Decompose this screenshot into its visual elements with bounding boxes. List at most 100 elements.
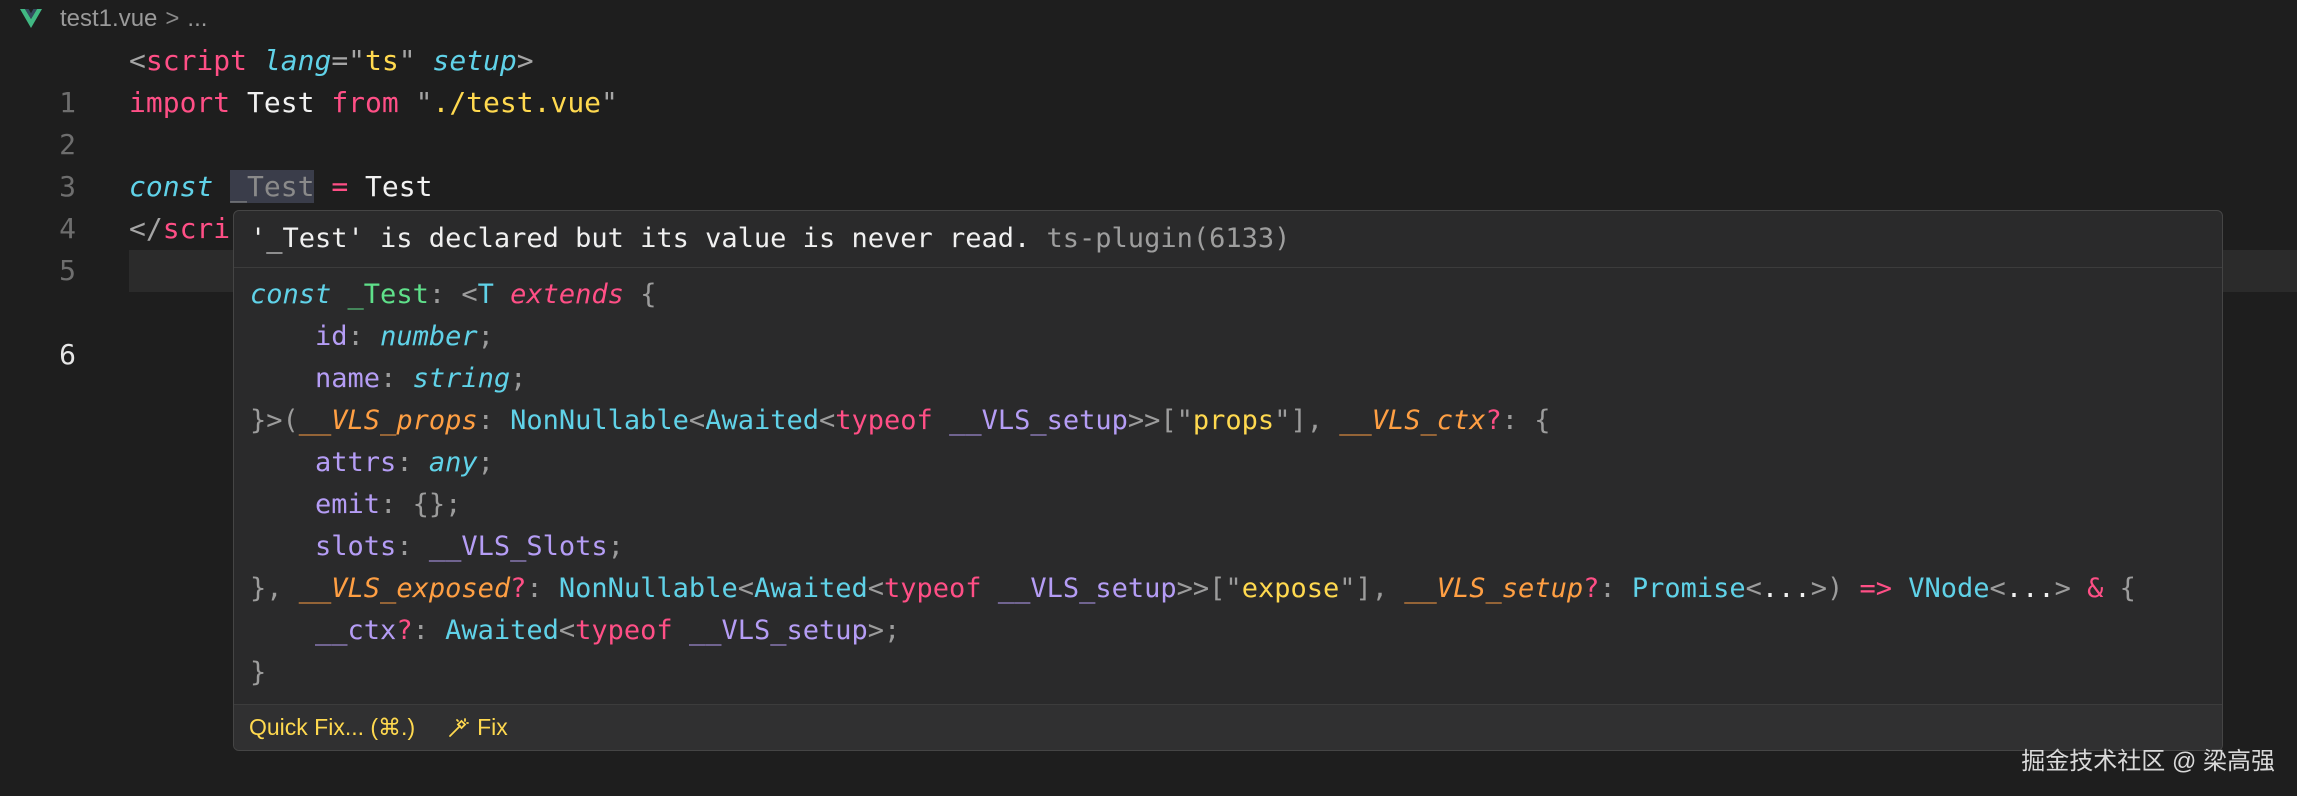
vue-logo-icon bbox=[20, 9, 42, 29]
token: ... bbox=[1761, 573, 1811, 604]
token: _Test bbox=[347, 279, 429, 310]
token: script bbox=[145, 44, 248, 77]
token: : bbox=[526, 573, 559, 604]
token: slots bbox=[315, 531, 397, 562]
token: ./test.vue bbox=[432, 86, 602, 119]
token: => bbox=[1859, 573, 1892, 604]
token: Awaited bbox=[705, 405, 819, 436]
token: >) bbox=[1810, 573, 1860, 604]
signature-line: name: string; bbox=[250, 358, 2222, 400]
magic-wand-icon bbox=[447, 717, 470, 739]
token: Test bbox=[365, 170, 433, 203]
line-code[interactable]: <script lang="ts" setup> bbox=[129, 40, 534, 82]
token: : {}; bbox=[380, 489, 462, 520]
token: extends bbox=[510, 279, 624, 310]
token: " bbox=[398, 44, 416, 77]
breadcrumb-more[interactable]: ... bbox=[187, 5, 207, 33]
token: __VLS_ctx bbox=[1339, 405, 1486, 436]
token: ... bbox=[2005, 573, 2055, 604]
signature-line: }>(__VLS_props: NonNullable<Awaited<type… bbox=[250, 400, 2222, 442]
signature-line: id: number; bbox=[250, 316, 2222, 358]
token: < bbox=[1745, 573, 1762, 604]
token: " bbox=[415, 86, 433, 119]
token: }>( bbox=[250, 405, 299, 436]
editor-line[interactable]: 1 <script lang="ts" setup> bbox=[0, 40, 2297, 119]
breadcrumb-file[interactable]: test1.vue bbox=[60, 5, 157, 33]
token: __ctx bbox=[315, 615, 397, 646]
editor-line[interactable]: 4 const _Test = Test bbox=[0, 166, 2297, 245]
token: ? bbox=[1485, 405, 1502, 436]
token: NonNullable bbox=[558, 573, 738, 604]
token: __VLS_Slots bbox=[428, 531, 608, 562]
token: ; bbox=[607, 531, 624, 562]
signature-line: } bbox=[250, 652, 2222, 694]
token: __VLS_setup bbox=[949, 405, 1128, 436]
token: __VLS_props bbox=[298, 405, 478, 436]
fix-label: Fix bbox=[477, 714, 508, 740]
signature-line: }, __VLS_exposed?: NonNullable<Awaited<t… bbox=[250, 568, 2222, 610]
token: typeof bbox=[575, 615, 673, 646]
token: > bbox=[516, 44, 534, 77]
editor-line[interactable]: 3 bbox=[0, 124, 2297, 203]
chevron-right-icon: > bbox=[165, 5, 180, 32]
token: " bbox=[601, 86, 618, 119]
token: emit bbox=[315, 489, 381, 520]
diagnostic-source: ts-plugin(6133) bbox=[1046, 223, 1291, 254]
breadcrumb: test1.vue > ... bbox=[20, 2, 207, 36]
line-number: 6 bbox=[59, 338, 76, 371]
quick-fix-button[interactable]: Quick Fix... (⌘.) bbox=[249, 714, 415, 741]
token: attrs bbox=[315, 447, 397, 478]
token: > bbox=[2054, 573, 2088, 604]
token: < bbox=[558, 615, 576, 646]
line-code[interactable]: import Test from "./test.vue" bbox=[129, 82, 618, 124]
token: & bbox=[2087, 573, 2104, 604]
signature-line: const _Test: <T extends { bbox=[250, 274, 2222, 316]
token: import bbox=[129, 86, 231, 119]
token: props bbox=[1192, 405, 1275, 436]
token: scri bbox=[162, 212, 231, 245]
token: < bbox=[1989, 573, 2006, 604]
token: : < bbox=[428, 279, 478, 310]
token: < bbox=[867, 573, 885, 604]
signature-line: attrs: any; bbox=[250, 442, 2222, 484]
token: : bbox=[1599, 573, 1632, 604]
token: __VLS_setup bbox=[688, 615, 868, 646]
token: ; bbox=[477, 321, 494, 352]
token: : bbox=[396, 531, 429, 562]
token: const bbox=[250, 279, 332, 310]
line-code[interactable]: </scri bbox=[129, 208, 230, 250]
token: VNode bbox=[1908, 573, 1990, 604]
token: __VLS_setup bbox=[1404, 573, 1584, 604]
token: Promise bbox=[1631, 573, 1746, 604]
token: { bbox=[2119, 573, 2136, 604]
token: "], bbox=[1339, 573, 1405, 604]
token: T bbox=[477, 279, 494, 310]
fix-button[interactable]: Fix bbox=[447, 714, 508, 741]
hover-widget[interactable]: '_Test' is declared but its value is nev… bbox=[233, 210, 2223, 751]
signature-line: emit: {}; bbox=[250, 484, 2222, 526]
token: expose bbox=[1241, 573, 1340, 604]
token: =" bbox=[331, 44, 366, 77]
token: < bbox=[818, 405, 836, 436]
token: ? bbox=[1583, 573, 1600, 604]
editor-line[interactable]: 2 import Test from "./test.vue" bbox=[0, 82, 2297, 161]
token: >; bbox=[867, 615, 901, 646]
signature-line: __ctx?: Awaited<typeof __VLS_setup>; bbox=[250, 610, 2222, 652]
token: ? bbox=[510, 573, 527, 604]
token: __VLS_setup bbox=[997, 573, 1177, 604]
token: ; bbox=[477, 447, 494, 478]
signature-line: slots: __VLS_Slots; bbox=[250, 526, 2222, 568]
diagnostic-message: '_Test' is declared but its value is nev… bbox=[234, 211, 2222, 268]
token: : bbox=[412, 615, 446, 646]
token: >>[" bbox=[1127, 405, 1193, 436]
token: id bbox=[315, 321, 348, 352]
unused-variable-token[interactable]: _Test bbox=[230, 170, 315, 203]
hover-actions-bar: Quick Fix... (⌘.) Fix bbox=[234, 704, 2222, 750]
token: : bbox=[477, 405, 511, 436]
token: < bbox=[129, 44, 146, 77]
diagnostic-text: '_Test' is declared but its value is nev… bbox=[250, 223, 1031, 254]
token: >>[" bbox=[1176, 573, 1242, 604]
token: ? bbox=[396, 615, 413, 646]
token: name bbox=[315, 363, 381, 394]
line-code[interactable]: const _Test = Test bbox=[129, 166, 432, 208]
